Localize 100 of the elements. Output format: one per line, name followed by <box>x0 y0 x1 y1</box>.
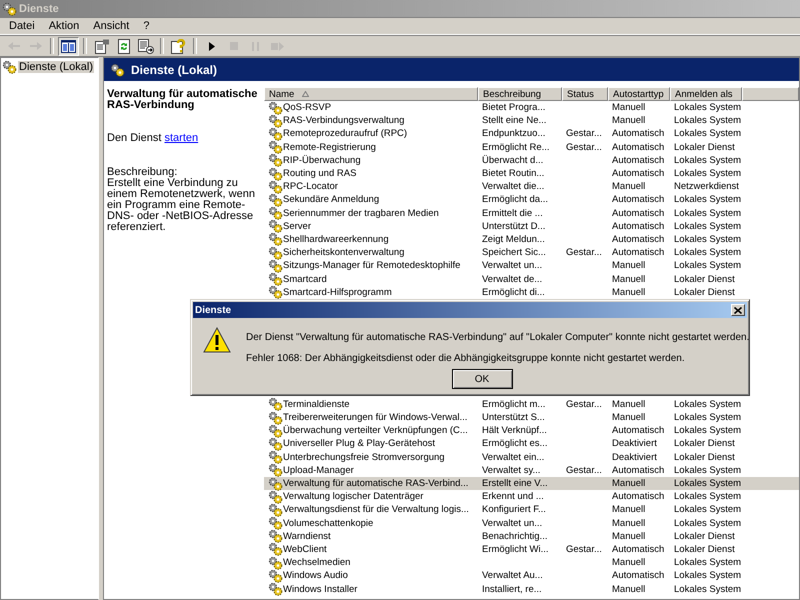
service-row[interactable]: Windows Audio Verwaltet Au... Automatisch Lokales System <box>264 569 799 582</box>
table-cell: Terminaldienste <box>283 398 350 410</box>
service-row[interactable]: Routing und RAS Bietet Routin... Automatisch Lokales System <box>264 166 799 180</box>
table-cell: Lokales System <box>674 518 742 529</box>
table-cell: Automatisch <box>612 220 664 232</box>
action-text: Den Dienst starten <box>107 133 200 144</box>
table-cell: Sekundäre Anmeldung <box>283 194 380 206</box>
gears-icon <box>268 114 283 128</box>
column-header[interactable]: Anmelden als <box>670 87 742 101</box>
table-cell: Lokaler Dienst <box>674 286 735 298</box>
table-cell: Überwachung verteilter Verknüpfungen (C... <box>283 425 468 436</box>
table-cell: Manuell <box>612 530 646 542</box>
table-cell: Ermöglicht di... <box>482 286 545 298</box>
service-row[interactable]: Verwaltung für automatische RAS-Verbind... Erstellt eine V... Manuell Lokales System <box>264 476 799 490</box>
table-cell: Deaktiviert <box>612 452 657 463</box>
menu-item[interactable]: Datei <box>2 18 42 32</box>
table-cell: Lokales System <box>674 128 742 140</box>
service-row[interactable]: Smartcard Verwaltet de... Manuell Lokaler Dienst <box>264 272 799 286</box>
table-cell: Ermöglicht es... <box>482 438 548 450</box>
service-row[interactable]: Remoteprozeduraufruf (RPC) Endpunktzuo... Gestar... Automatisch Lokales System <box>264 127 799 141</box>
service-row[interactable]: RAS-Verbindungsverwaltung Stellt eine Ne... Manuell Lokales System <box>264 114 799 128</box>
table-cell: Erstellt eine V... <box>482 478 548 490</box>
table-cell: Automatisch <box>612 247 664 258</box>
gears-icon <box>268 219 283 234</box>
service-row[interactable]: Verwaltung logischer Datenträger Erkennt und ... Automatisch Lokales System <box>264 490 799 504</box>
service-row[interactable]: Wechselmedien Manuell Lokales System <box>264 556 799 570</box>
table-cell: Lokales System <box>674 102 742 114</box>
table-cell: Manuell <box>612 102 646 114</box>
start-link[interactable]: starten <box>164 132 198 144</box>
service-row[interactable]: Windows Installer Installiert, re... Manuell Lokales System <box>264 582 799 596</box>
table-cell: Universeller Plug & Play-Gerätehost <box>283 438 436 450</box>
table-cell: Automatisch <box>612 194 664 206</box>
gears-icon <box>268 285 283 300</box>
table-cell: Manuell <box>612 260 646 272</box>
table-cell: Lokales System <box>674 154 742 166</box>
service-row[interactable]: Sitzungs-Manager für Remotedesktophilfe Verwaltet un... Manuell Lokales System <box>264 259 799 272</box>
service-row[interactable]: QoS-RSVP Bietet Progra... Manuell Lokales System <box>264 101 799 114</box>
service-row[interactable]: Treibererweiterungen für Windows-Verwal... Unterstützt S... Manuell Lokales System <box>264 411 799 424</box>
table-cell: Server <box>283 220 311 232</box>
sort-arrow-icon <box>302 91 310 97</box>
table-cell: QoS-RSVP <box>283 102 332 114</box>
service-row[interactable]: Sekundäre Anmeldung Ermöglicht da... Automatisch Lokales System <box>264 193 799 206</box>
column-header[interactable]: Status <box>562 87 608 101</box>
service-row[interactable]: Volumeschattenkopie Verwaltet un... Manuell Lokales System <box>264 516 799 530</box>
menu-item[interactable]: Aktion <box>42 18 86 32</box>
table-cell: Gestar... <box>566 544 602 555</box>
menu-item[interactable]: ? <box>136 18 156 32</box>
table-cell: Manuell <box>612 412 646 424</box>
gears-icon <box>268 463 283 478</box>
service-row[interactable]: Seriennummer der tragbaren Medien Ermittelt die ... Automatisch Lokales System <box>264 206 799 220</box>
service-row[interactable]: Verwaltungsdienst für die Verwaltung logis... Konfiguriert F... Manuell Lokales System <box>264 503 799 516</box>
gears-icon <box>268 272 283 286</box>
table-cell: Automatisch <box>612 570 664 582</box>
service-row[interactable]: Upload-Manager Verwaltet sy... Gestar... Automatisch Lokales System <box>264 464 799 477</box>
error-message: Fehler 1068: Der Abhängigkeitsdienst oder die Abhängigkeitsgruppe konnte nicht gestartet werden. <box>246 353 686 364</box>
table-cell: Verwaltungsdienst für die Verwaltung logis... <box>283 504 469 516</box>
service-row[interactable]: Universeller Plug & Play-Gerätehost Ermöglicht es... Deaktiviert Lokaler Dienst <box>264 437 799 451</box>
service-row[interactable]: Überwachung verteilter Verknüpfungen (C... Hält Verknüpf... Automatisch Lokales System <box>264 424 799 438</box>
service-row[interactable]: WebClient Ermöglicht Wi... Gestar... Automatisch Lokaler Dienst <box>264 542 799 556</box>
gears-icon <box>268 424 283 438</box>
service-row[interactable]: RPC-Locator Verwaltet die... Manuell Netzwerkdienst <box>264 180 799 194</box>
service-row[interactable]: RIP-Überwachung Überwacht d... Automatisch Lokales System <box>264 154 799 167</box>
gears-icon <box>268 450 283 464</box>
description-label: Beschreibung: <box>107 167 178 178</box>
gears-icon <box>268 397 283 412</box>
table-cell: Manuell <box>612 286 646 298</box>
warning-icon <box>203 327 231 353</box>
table-cell: RIP-Überwachung <box>283 154 361 166</box>
column-header[interactable]: Beschreibung <box>478 87 562 101</box>
table-cell: Automatisch <box>612 168 664 180</box>
table-cell: Speichert Sic... <box>482 247 546 258</box>
split-pane-icon <box>61 40 76 52</box>
gears-icon <box>268 258 283 273</box>
service-row[interactable]: Server Unterstützt D... Automatisch Lokales System <box>264 220 799 233</box>
service-row[interactable]: Warndienst Benachrichtig... Manuell Lokaler Dienst <box>264 530 799 543</box>
service-row[interactable]: Remote-Registrierung Ermöglicht Re... Gestar... Automatisch Lokaler Dienst <box>264 140 799 154</box>
table-cell: Upload-Manager <box>283 464 354 476</box>
gears-icon <box>268 568 283 583</box>
table-cell: Lokales System <box>674 478 742 490</box>
table-cell: Automatisch <box>612 544 664 555</box>
gears-icon <box>268 529 283 544</box>
table-cell: Lokales System <box>674 260 742 272</box>
table-cell: Ermöglicht m... <box>482 398 546 410</box>
gears-icon <box>268 436 283 451</box>
export-list-button[interactable] <box>135 36 156 56</box>
service-row[interactable]: Sicherheitskontenverwaltung Speichert Sic... Gestar... Automatisch Lokales System <box>264 246 799 260</box>
service-row[interactable]: Terminaldienste Ermöglicht m... Gestar... Manuell Lokales System <box>264 398 799 411</box>
column-header[interactable]: Autostarttyp <box>608 87 670 101</box>
tree-item[interactable]: Dienste (Lokal) <box>18 61 94 73</box>
service-row[interactable]: Smartcard-Hilfsprogramm Ermöglicht di... Manuell Lokaler Dienst <box>264 286 799 299</box>
service-row[interactable]: Shellhardwareerkennung Zeigt Meldun... Automatisch Lokales System <box>264 232 799 246</box>
service-row[interactable]: Unterbrechungsfreie Stromversorgung Verwaltet ein... Deaktiviert Lokaler Dienst <box>264 450 799 464</box>
console-tree-button[interactable] <box>58 36 79 56</box>
dialog-title: Dienste <box>195 304 232 316</box>
column-header[interactable]: Name <box>264 87 478 101</box>
close-button[interactable] <box>731 304 745 316</box>
table-cell: Lokales System <box>674 412 742 424</box>
table-cell: Routing und RAS <box>283 168 356 180</box>
ok-button[interactable]: OK <box>452 369 512 389</box>
menu-item[interactable]: Ansicht <box>86 18 136 32</box>
